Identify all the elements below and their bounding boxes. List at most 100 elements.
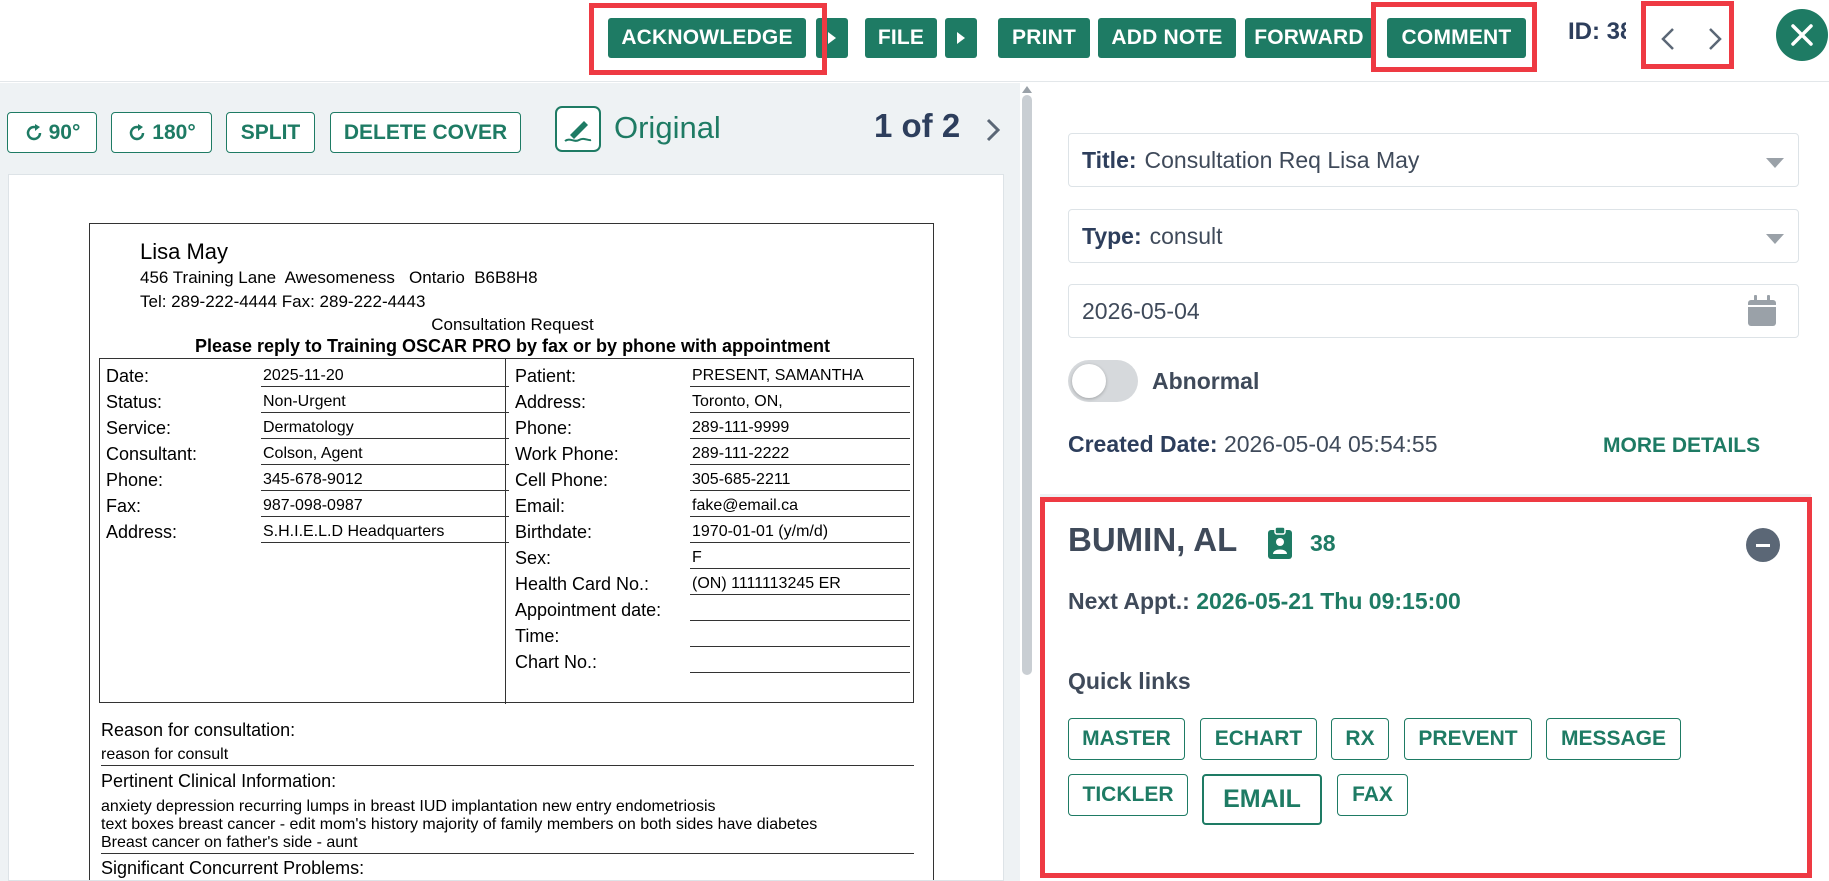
field-label: Cell Phone: [515,470,609,490]
add-note-button[interactable]: ADD NOTE [1098,18,1236,58]
forward-button[interactable]: FORWARD [1245,18,1373,58]
doc-patient-address: 456 Training Lane Awesomeness Ontario B6… [140,268,538,287]
patient-name[interactable]: BUMIN, AL [1068,521,1237,559]
doc-clinical-line: Breast cancer on father's side - aunt [101,834,358,851]
field-label: Work Phone: [515,444,619,464]
acknowledge-menu-button[interactable] [816,18,848,58]
type-label: Type: [1082,222,1142,249]
doc-clinical-line: anxiety depression recurring lumps in br… [101,798,716,815]
quick-links-heading: Quick links [1068,668,1191,694]
field-label: Address: [515,392,587,412]
quick-link-tickler[interactable]: TICKLER [1068,774,1188,816]
field-label: Health Card No.: [515,574,650,594]
quick-link-prevent[interactable]: PREVENT [1404,718,1532,760]
field-value: S.H.I.E.L.D Headquarters [261,521,509,543]
close-button[interactable] [1776,9,1828,61]
quick-link-fax[interactable]: FAX [1337,774,1408,816]
acknowledge-button[interactable]: ACKNOWLEDGE [608,18,806,58]
doc-reply-line: Please reply to Training OSCAR PRO by fa… [194,336,831,356]
field-label: Status: [106,392,163,412]
rotate-180-label: 180° [152,120,196,144]
quick-link-master[interactable]: MASTER [1068,718,1185,760]
field-value: F [690,547,910,569]
field-label: Address: [106,522,178,542]
delete-cover-button[interactable]: DELETE COVER [330,112,521,153]
field-label: Phone: [515,418,573,438]
document-viewer: 90° 180° SPLIT DELETE COVER Original 1 o… [0,83,1020,881]
rotate-clockwise-icon [130,123,145,140]
consultation-document: Lisa May 456 Training Lane Awesomeness O… [89,223,934,880]
type-select[interactable]: Type: consult [1068,209,1799,263]
scroll-up-arrow-icon[interactable] [1021,84,1033,94]
doc-rule [101,765,914,766]
caret-right-icon [828,32,836,44]
previous-document-button[interactable] [1653,22,1683,56]
document-id: ID: 389 [1568,18,1626,45]
calendar-icon[interactable] [1746,294,1778,328]
comment-button[interactable]: COMMENT [1387,18,1526,58]
doc-clinical-label: Pertinent Clinical Information: [101,771,337,791]
page-indicator: 1 of 2 [874,107,961,144]
date-field[interactable]: 2026-05-04 [1068,284,1799,338]
details-panel: Title: Consultation Req Lisa May Type: c… [1040,103,1811,881]
field-value [690,625,910,647]
doc-rule [101,853,914,854]
chevron-right-icon [1709,28,1722,50]
title-select[interactable]: Title: Consultation Req Lisa May [1068,133,1799,187]
field-value: 345-678-9012 [261,469,509,491]
quick-link-message[interactable]: MESSAGE [1546,718,1681,760]
next-appt-value: 2026-05-21 Thu 09:15:00 [1196,588,1461,614]
title-value: Consultation Req Lisa May [1144,146,1420,173]
print-button[interactable]: PRINT [998,18,1090,58]
field-label: Consultant: [106,444,198,464]
doc-form-table: Date: 2025-11-20 Status: Non-Urgent Servic… [99,358,914,704]
file-menu-button[interactable] [945,18,977,58]
field-label: Email: [515,496,566,516]
document-page: Lisa May 456 Training Lane Awesomeness O… [8,174,1004,881]
quick-link-echart[interactable]: ECHART [1200,718,1317,760]
field-value [690,651,910,673]
next-page-icon[interactable] [982,115,1004,145]
type-value: consult [1149,222,1223,249]
quick-link-rx[interactable]: RX [1331,718,1389,760]
field-value: fake@email.ca [690,495,910,517]
more-details-link[interactable]: MORE DETAILS [1603,434,1760,458]
field-value: 289-111-2222 [690,443,910,465]
field-value [690,599,910,621]
original-toggle-button[interactable] [555,106,601,152]
created-label: Created Date: [1068,431,1218,457]
created-value: 2026-05-04 05:54:55 [1223,431,1438,457]
field-label: Service: [106,418,172,438]
caret-down-icon [1766,158,1784,168]
collapse-patient-button[interactable] [1746,528,1780,562]
rotate-clockwise-icon [26,123,41,140]
next-document-button[interactable] [1700,22,1730,56]
rotate-90-button[interactable]: 90° [7,112,97,153]
field-value: 1970-01-01 (y/m/d) [690,521,910,543]
top-toolbar: ACKNOWLEDGE FILE PRINT ADD NOTE FORWARD … [0,0,1829,82]
field-value: 305-685-2211 [690,469,910,491]
field-value: 289-111-9999 [690,417,910,439]
file-button[interactable]: FILE [865,18,937,58]
original-label: Original [614,110,721,145]
created-date: Created Date: 2026-05-04 05:54:55 [1068,431,1438,458]
field-label: Sex: [515,548,552,568]
patient-count: 38 [1310,530,1336,556]
chevron-left-icon [1661,28,1674,50]
title-label: Title: [1082,146,1137,173]
section-divider [1040,494,1811,498]
signature-pen-icon [564,121,592,142]
doc-patient-tel: Tel: 289-222-4444 Fax: 289-222-4443 [140,292,426,311]
abnormal-toggle[interactable] [1068,360,1138,402]
abnormal-label: Abnormal [1152,368,1260,394]
field-value: 2025-11-20 [261,365,509,387]
next-appt-label: Next Appt.: [1068,588,1190,614]
date-value: 2026-05-04 [1082,297,1200,324]
field-value: Toronto, ON, [690,391,910,413]
field-value: Colson, Agent [261,443,509,465]
document-scrollbar[interactable] [1022,95,1032,675]
field-value: 987-098-0987 [261,495,509,517]
split-button[interactable]: SPLIT [226,112,315,153]
rotate-180-button[interactable]: 180° [111,112,212,153]
quick-link-email[interactable]: EMAIL [1202,774,1322,825]
